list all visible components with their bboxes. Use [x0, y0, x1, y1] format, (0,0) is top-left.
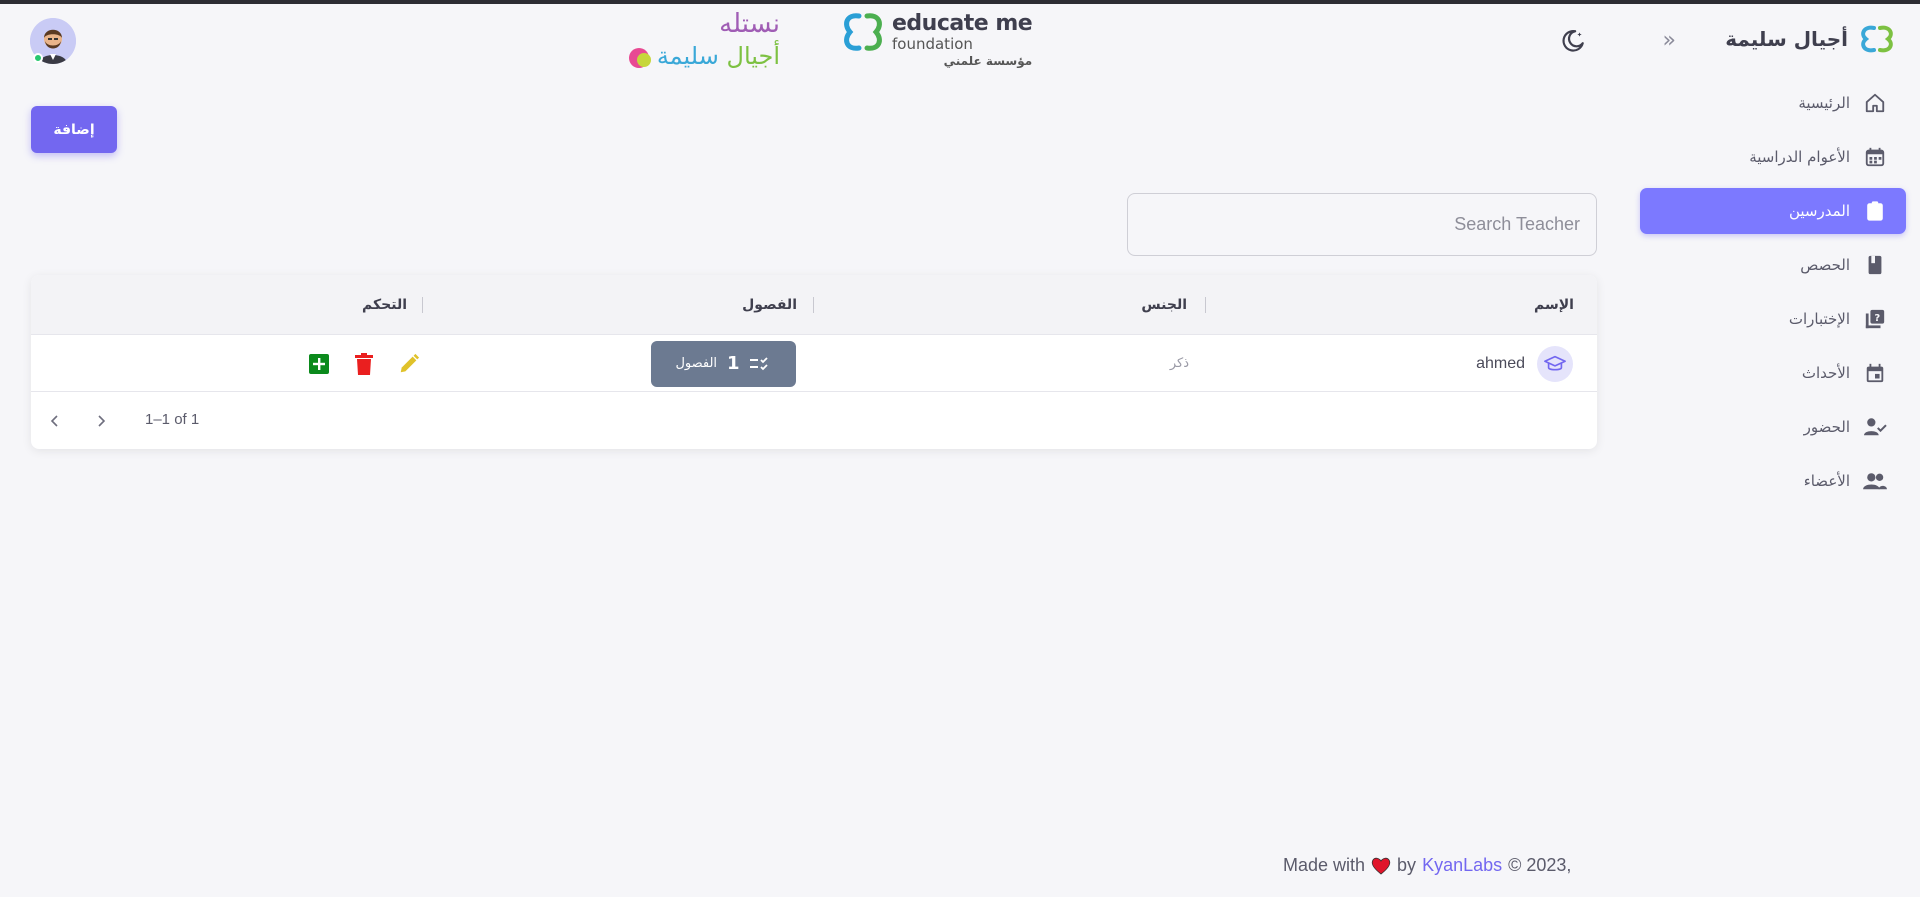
- nestle-logo: نستله أجيال سليمة: [625, 8, 780, 76]
- sidebar-item-events[interactable]: الأحداث: [1640, 350, 1906, 396]
- quiz-icon: ?: [1862, 306, 1888, 332]
- column-header-gender[interactable]: الجنس: [1141, 275, 1187, 335]
- educate-me-logo-icon: [844, 13, 882, 51]
- pagination: 1–1 of 1: [31, 393, 1597, 449]
- teachers-table: الإسم الجنس الفصول التحكم ahmed ذكر 1 ال…: [31, 275, 1597, 449]
- nestle-logo-line1: نستله: [719, 9, 780, 39]
- calendar-icon: [1862, 144, 1888, 170]
- classes-count: 1: [727, 353, 740, 374]
- delete-button[interactable]: [350, 350, 378, 378]
- sidebar-item-label: الحصص: [1800, 256, 1850, 274]
- educate-me-logo-line2: foundation: [892, 35, 973, 53]
- table-row: ahmed ذكر 1 الفصول: [31, 335, 1597, 392]
- sidebar-item-label: الأعضاء: [1803, 472, 1850, 490]
- sidebar-item-home[interactable]: الرئيسية: [1640, 80, 1906, 126]
- sidebar-item-members[interactable]: الأعضاء: [1640, 458, 1906, 504]
- column-divider: [1205, 297, 1206, 313]
- nestle-logo-word1: أجيال: [726, 42, 781, 70]
- sidebar: أجيال سليمة » الرئيسية الأعوام الدراسية …: [1630, 4, 1920, 897]
- teacher-name[interactable]: ahmed: [1476, 355, 1525, 373]
- sidebar-item-label: الأعوام الدراسية: [1749, 148, 1850, 166]
- dark-mode-toggle[interactable]: [1560, 28, 1586, 54]
- nestle-logo-word2: سليمة: [656, 42, 719, 70]
- chevron-right-icon: [98, 415, 106, 427]
- classes-button[interactable]: 1 الفصول: [651, 340, 796, 387]
- sidebar-item-academic-years[interactable]: الأعوام الدراسية: [1640, 134, 1906, 180]
- brand-logo-icon: [1861, 25, 1893, 53]
- sidebar-item-exams[interactable]: ? الإختبارات: [1640, 296, 1906, 342]
- sidebar-item-teachers[interactable]: المدرسين: [1640, 188, 1906, 234]
- brand[interactable]: أجيال سليمة: [1725, 24, 1896, 54]
- teacher-gender: ذكر: [1169, 356, 1189, 371]
- clipboard-edit-icon: [1862, 198, 1888, 224]
- heart-icon: [1371, 857, 1391, 875]
- gender-cell: ذكر: [1170, 335, 1189, 392]
- graduation-cap-icon: [1537, 345, 1573, 382]
- footer-made-with: Made with: [1283, 855, 1366, 875]
- event-icon: [1862, 360, 1888, 386]
- sidebar-item-label: الحضور: [1803, 418, 1850, 436]
- sidebar-item-label: الرئيسية: [1798, 94, 1850, 112]
- pencil-icon: [400, 353, 420, 372]
- column-header-name[interactable]: الإسم: [1534, 275, 1574, 335]
- name-cell: ahmed: [1476, 335, 1573, 392]
- educate-me-logo-line1: educate me: [892, 11, 1033, 36]
- column-header-actions[interactable]: التحكم: [362, 275, 407, 335]
- footer-copyright: © 2023,: [1508, 855, 1572, 875]
- classes-cell: 1 الفصول: [651, 335, 796, 392]
- educate-me-logo-line3: مؤسسة علمني: [943, 54, 1033, 68]
- double-chevron-icon: »: [1662, 28, 1676, 53]
- brand-name: أجيال سليمة: [1725, 27, 1848, 51]
- chevron-left-icon: [50, 415, 58, 427]
- educate-me-logo: educate me foundation مؤسسة علمني: [840, 11, 1033, 68]
- checklist-icon: [749, 356, 768, 370]
- edit-button[interactable]: [395, 350, 423, 378]
- search-input[interactable]: [1127, 193, 1597, 256]
- plus-box-icon: [309, 353, 329, 374]
- previous-page-button[interactable]: [43, 409, 67, 433]
- collapse-sidebar-button[interactable]: »: [1663, 28, 1676, 53]
- footer-by: by: [1397, 855, 1417, 875]
- column-divider: [813, 297, 814, 313]
- moon-icon: [1562, 30, 1584, 52]
- add-teacher-button[interactable]: إضافة: [31, 106, 117, 153]
- pagination-range: 1–1 of 1: [145, 411, 200, 428]
- column-header-classes[interactable]: الفصول: [742, 275, 797, 335]
- trash-icon: [355, 352, 373, 375]
- nestle-logo-dot-green: [637, 53, 651, 67]
- group-icon: [1862, 468, 1888, 494]
- actions-cell: [305, 335, 423, 392]
- sidebar-item-label: الإختبارات: [1788, 310, 1850, 328]
- svg-text:?: ?: [1874, 313, 1880, 324]
- home-icon: [1862, 90, 1888, 116]
- classes-label: الفصول: [675, 356, 718, 371]
- online-status-dot: [33, 53, 43, 63]
- add-class-button[interactable]: [305, 350, 333, 378]
- footer: Made with by KyanLabs © 2023,: [1283, 855, 1571, 876]
- sidebar-nav: الرئيسية الأعوام الدراسية المدرسين الحصص…: [1640, 80, 1906, 512]
- sidebar-item-lessons[interactable]: الحصص: [1640, 242, 1906, 288]
- kyanlabs-link[interactable]: KyanLabs: [1422, 855, 1502, 876]
- table-header: الإسم الجنس الفصول التحكم: [31, 275, 1597, 335]
- book-icon: [1862, 252, 1888, 278]
- next-page-button[interactable]: [89, 409, 113, 433]
- sidebar-item-label: المدرسين: [1788, 202, 1850, 220]
- sidebar-item-attendance[interactable]: الحضور: [1640, 404, 1906, 450]
- sidebar-item-label: الأحداث: [1801, 364, 1850, 382]
- person-check-icon: [1862, 414, 1888, 440]
- column-divider: [422, 297, 423, 313]
